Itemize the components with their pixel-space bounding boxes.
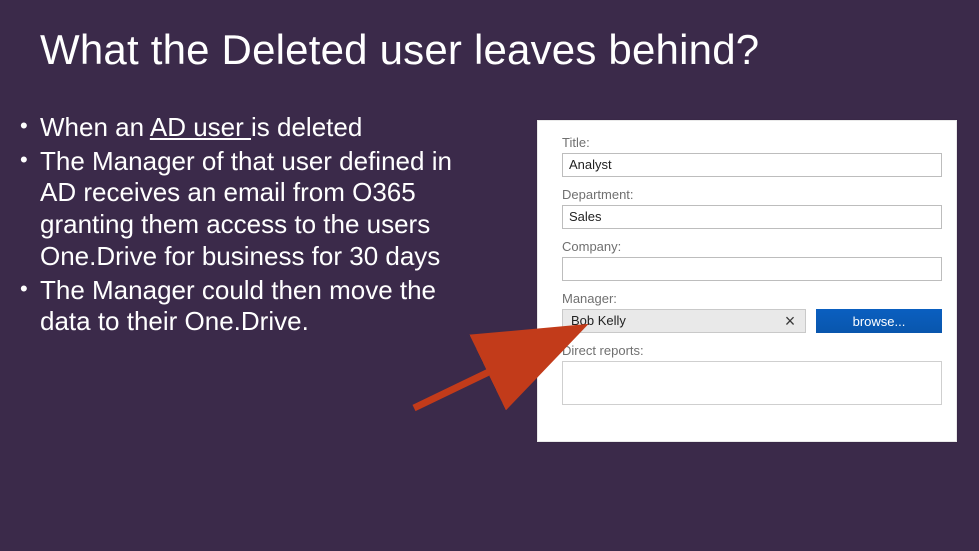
direct-reports-row: Direct reports: — [562, 343, 942, 405]
bullet-1-suffix: is deleted — [251, 112, 362, 142]
browse-button[interactable]: browse... — [816, 309, 942, 333]
company-row: Company: — [562, 239, 942, 281]
manager-input[interactable]: Bob Kelly × — [562, 309, 806, 333]
bullet-item-2: The Manager of that user defined in AD r… — [16, 146, 476, 273]
clear-manager-icon[interactable]: × — [781, 310, 799, 332]
title-row: Title: Analyst — [562, 135, 942, 177]
bullet-item-3: The Manager could then move the data to … — [16, 275, 476, 338]
direct-reports-label: Direct reports: — [562, 343, 942, 358]
bullet-item-1: When an AD user is deleted — [16, 112, 476, 144]
title-input[interactable]: Analyst — [562, 153, 942, 177]
department-input[interactable]: Sales — [562, 205, 942, 229]
company-label: Company: — [562, 239, 942, 254]
company-input[interactable] — [562, 257, 942, 281]
bullet-list: When an AD user is deleted The Manager o… — [16, 112, 476, 340]
manager-label: Manager: — [562, 291, 806, 306]
title-label: Title: — [562, 135, 942, 150]
manager-value: Bob Kelly — [571, 313, 626, 328]
slide-title: What the Deleted user leaves behind? — [40, 26, 759, 74]
bullet-1-underline: AD user — [150, 112, 251, 142]
bullet-1-prefix: When an — [40, 112, 150, 142]
direct-reports-box[interactable] — [562, 361, 942, 405]
department-row: Department: Sales — [562, 187, 942, 229]
user-properties-panel: Title: Analyst Department: Sales Company… — [537, 120, 957, 442]
manager-row: Manager: Bob Kelly × browse... — [562, 291, 942, 333]
manager-left: Manager: Bob Kelly × — [562, 291, 806, 333]
slide: What the Deleted user leaves behind? Whe… — [0, 0, 979, 551]
department-label: Department: — [562, 187, 942, 202]
